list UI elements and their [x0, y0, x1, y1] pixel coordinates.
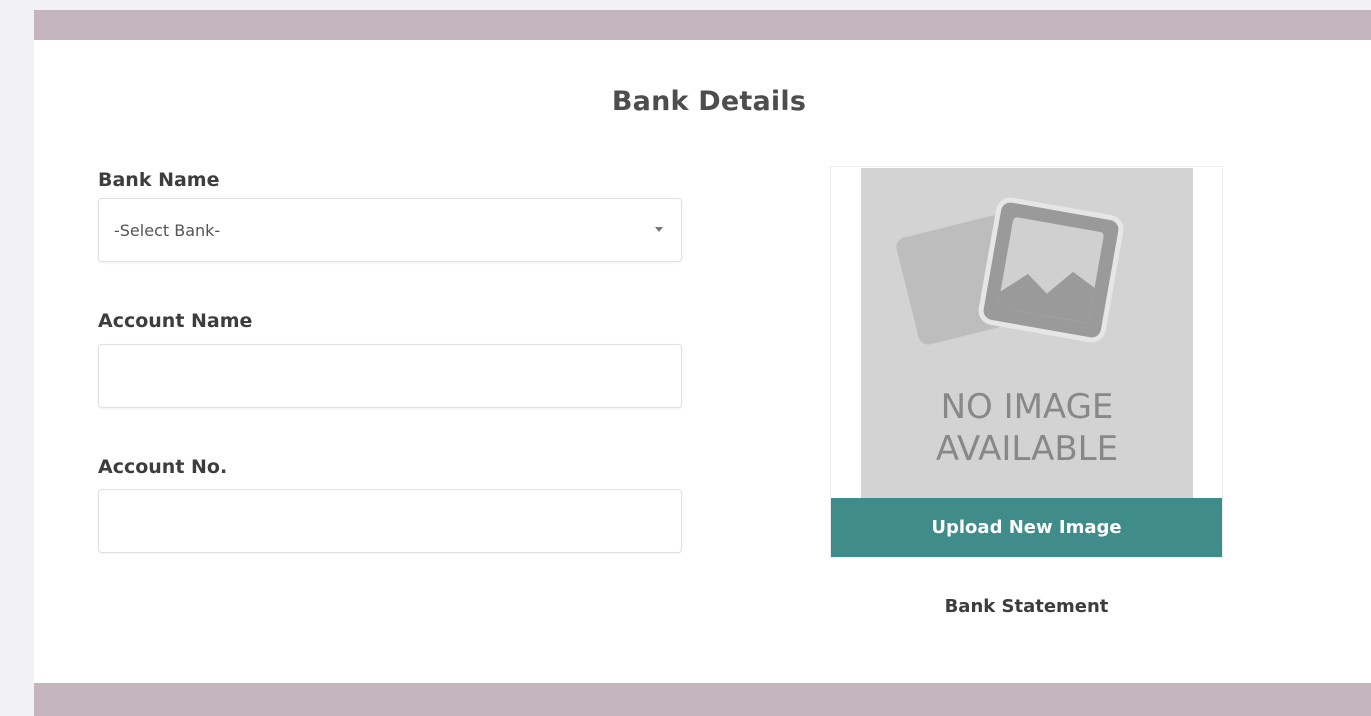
- bottom-bar: [34, 683, 1371, 716]
- no-image-placeholder: NO IMAGE AVAILABLE: [861, 168, 1193, 498]
- no-image-line-1: NO IMAGE: [940, 387, 1114, 427]
- account-no-field[interactable]: [98, 489, 682, 553]
- bank-details-card: Bank Details Bank Name -Select Bank- Acc…: [34, 40, 1371, 683]
- bank-name-label: Bank Name: [98, 169, 220, 191]
- page-title: Bank Details: [611, 86, 807, 117]
- picture-icon: [896, 197, 1124, 345]
- bank-statement-caption: Bank Statement: [944, 596, 1109, 617]
- bank-statement-image-panel: NO IMAGE AVAILABLE Upload New Image: [830, 166, 1223, 558]
- top-bar: [34, 10, 1371, 40]
- upload-new-image-button[interactable]: Upload New Image: [831, 498, 1222, 557]
- no-image-text: NO IMAGE AVAILABLE: [861, 386, 1193, 470]
- account-no-label: Account No.: [98, 456, 228, 478]
- chevron-down-icon: [655, 227, 663, 232]
- account-name-label: Account Name: [98, 310, 253, 332]
- bank-name-selected-value: -Select Bank-: [114, 221, 221, 240]
- no-image-line-2: AVAILABLE: [935, 429, 1119, 469]
- bank-name-select[interactable]: -Select Bank-: [98, 198, 682, 262]
- account-name-field[interactable]: [98, 344, 682, 408]
